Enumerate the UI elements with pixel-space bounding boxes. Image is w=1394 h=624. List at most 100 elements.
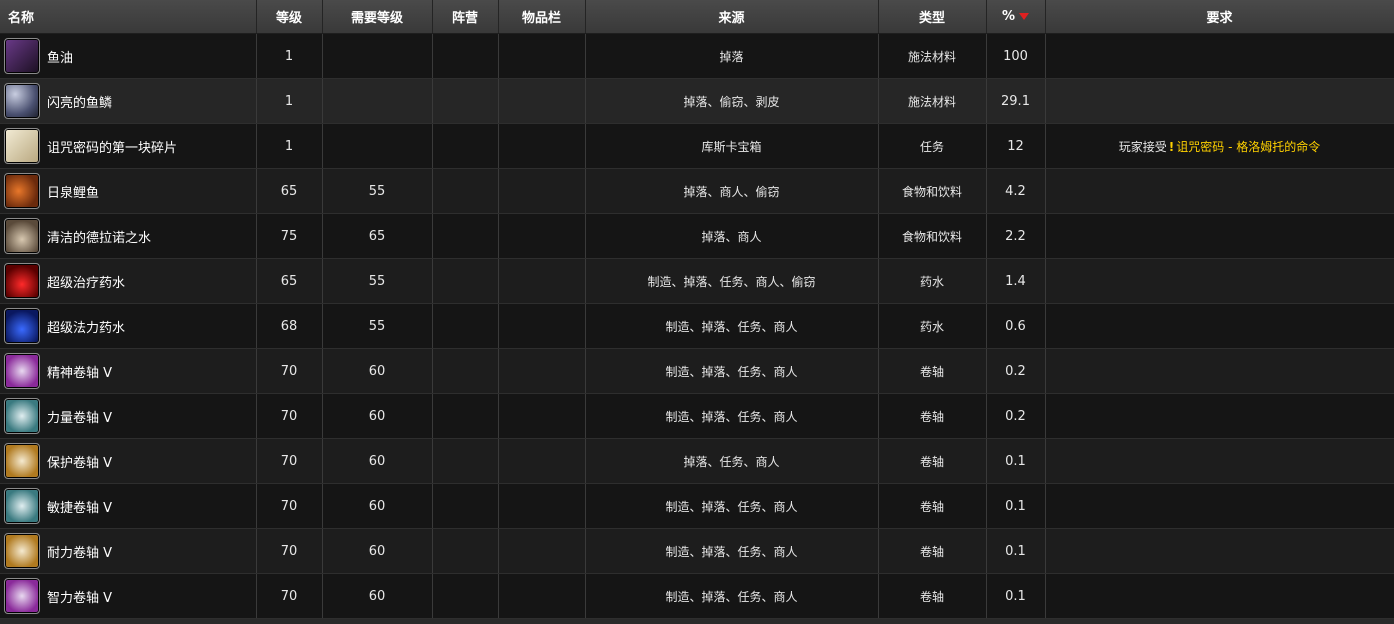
item-name-link[interactable]: 智力卷轴 V: [47, 587, 112, 606]
table-row[interactable]: 超级治疗药水 65 55 制造、掉落、任务、商人、偷窃 药水 1.4: [0, 258, 1394, 304]
cell-faction: [432, 573, 499, 619]
cell-source: 掉落、任务、商人: [585, 438, 879, 484]
cell-level: 65: [256, 168, 323, 214]
cell-percent: 0.1: [986, 528, 1046, 574]
item-name-link[interactable]: 敏捷卷轴 V: [47, 497, 112, 516]
cell-requirements: [1045, 303, 1394, 349]
header-source[interactable]: 来源: [585, 0, 879, 34]
purple-scroll-icon[interactable]: [4, 353, 40, 389]
cell-name: 日泉鲤鱼: [0, 168, 257, 214]
cell-source: 制造、掉落、任务、商人: [585, 528, 879, 574]
cell-requirements: [1045, 528, 1394, 574]
cell-percent: 1.4: [986, 258, 1046, 304]
item-name-link[interactable]: 鱼油: [47, 47, 73, 66]
cell-type: 施法材料: [878, 33, 987, 79]
header-name[interactable]: 名称: [0, 0, 257, 34]
item-name-link[interactable]: 力量卷轴 V: [47, 407, 112, 426]
header-level[interactable]: 等级: [256, 0, 323, 34]
item-name-link[interactable]: 超级治疗药水: [47, 272, 125, 291]
cell-level: 70: [256, 573, 323, 619]
cell-faction: [432, 348, 499, 394]
cell-type: 卷轴: [878, 483, 987, 529]
header-requirements[interactable]: 要求: [1045, 0, 1394, 34]
cell-name: 力量卷轴 V: [0, 393, 257, 439]
item-name-link[interactable]: 耐力卷轴 V: [47, 542, 112, 561]
cell-name: 清洁的德拉诺之水: [0, 213, 257, 259]
item-name-link[interactable]: 清洁的德拉诺之水: [47, 227, 151, 246]
quest-link[interactable]: 诅咒密码 - 格洛姆托的命令: [1176, 140, 1320, 154]
water-flask-icon[interactable]: [4, 218, 40, 254]
sort-desc-arrow-icon: [1019, 13, 1030, 20]
cell-requirements: [1045, 213, 1394, 259]
cell-source: 制造、掉落、任务、商人: [585, 483, 879, 529]
header-type[interactable]: 类型: [878, 0, 987, 34]
item-name-link[interactable]: 日泉鲤鱼: [47, 182, 99, 201]
cell-faction: [432, 213, 499, 259]
item-name-wrap: 清洁的德拉诺之水: [4, 218, 255, 254]
cell-level: 1: [256, 78, 323, 124]
cell-source: 掉落、商人: [585, 213, 879, 259]
cell-slot: [498, 483, 586, 529]
cell-type: 卷轴: [878, 438, 987, 484]
sunspring-carp-icon[interactable]: [4, 173, 40, 209]
table-row[interactable]: 日泉鲤鱼 65 55 掉落、商人、偷窃 食物和饮料 4.2: [0, 168, 1394, 214]
gold-scroll-icon[interactable]: [4, 443, 40, 479]
table-row[interactable]: 精神卷轴 V 70 60 制造、掉落、任务、商人 卷轴 0.2: [0, 348, 1394, 394]
cell-slot: [498, 33, 586, 79]
header-percent[interactable]: %: [986, 0, 1046, 34]
cell-percent: 0.6: [986, 303, 1046, 349]
cell-level: 70: [256, 528, 323, 574]
item-name-link[interactable]: 精神卷轴 V: [47, 362, 112, 381]
table-row[interactable]: 鱼油 1 掉落 施法材料 100: [0, 33, 1394, 79]
table-row[interactable]: 清洁的德拉诺之水 75 65 掉落、商人 食物和饮料 2.2: [0, 213, 1394, 259]
fish-oil-vial-icon[interactable]: [4, 38, 40, 74]
item-name-link[interactable]: 保护卷轴 V: [47, 452, 112, 471]
fish-scales-icon[interactable]: [4, 83, 40, 119]
cell-slot: [498, 393, 586, 439]
cell-type: 食物和饮料: [878, 213, 987, 259]
cell-name: 鱼油: [0, 33, 257, 79]
table-row[interactable]: 智力卷轴 V 70 60 制造、掉落、任务、商人 卷轴 0.1: [0, 573, 1394, 619]
item-name-link[interactable]: 超级法力药水: [47, 317, 125, 336]
cell-requirements: [1045, 258, 1394, 304]
table-row[interactable]: 保护卷轴 V 70 60 掉落、任务、商人 卷轴 0.1: [0, 438, 1394, 484]
header-req-level[interactable]: 需要等级: [322, 0, 433, 34]
table-body: 鱼油 1 掉落 施法材料 100 闪亮的鱼鳞 1 掉落、偷窃、剥皮 施法材料 2…: [0, 33, 1394, 619]
cell-slot: [498, 303, 586, 349]
cell-source: 制造、掉落、任务、商人: [585, 303, 879, 349]
blue-potion-icon[interactable]: [4, 308, 40, 344]
table-row[interactable]: 超级法力药水 68 55 制造、掉落、任务、商人 药水 0.6: [0, 303, 1394, 349]
cell-requirements: [1045, 78, 1394, 124]
parchment-fragment-icon[interactable]: [4, 128, 40, 164]
purple-scroll-icon[interactable]: [4, 578, 40, 614]
cell-percent: 0.1: [986, 438, 1046, 484]
teal-scroll-icon[interactable]: [4, 488, 40, 524]
table-row[interactable]: 力量卷轴 V 70 60 制造、掉落、任务、商人 卷轴 0.2: [0, 393, 1394, 439]
cell-level: 70: [256, 483, 323, 529]
requirement-prefix: 玩家接受: [1118, 139, 1167, 154]
item-name-wrap: 智力卷轴 V: [4, 578, 255, 614]
table-row[interactable]: 闪亮的鱼鳞 1 掉落、偷窃、剥皮 施法材料 29.1: [0, 78, 1394, 124]
cell-requirements: [1045, 573, 1394, 619]
header-slot[interactable]: 物品栏: [498, 0, 586, 34]
cell-type: 卷轴: [878, 573, 987, 619]
cell-name: 精神卷轴 V: [0, 348, 257, 394]
table-row[interactable]: 敏捷卷轴 V 70 60 制造、掉落、任务、商人 卷轴 0.1: [0, 483, 1394, 529]
teal-scroll-icon[interactable]: [4, 398, 40, 434]
cell-slot: [498, 78, 586, 124]
cell-percent: 12: [986, 123, 1046, 169]
header-faction[interactable]: 阵营: [432, 0, 499, 34]
item-name-link[interactable]: 诅咒密码的第一块碎片: [47, 137, 177, 156]
cell-level: 75: [256, 213, 323, 259]
cell-source: 制造、掉落、任务、商人: [585, 573, 879, 619]
table-row[interactable]: 耐力卷轴 V 70 60 制造、掉落、任务、商人 卷轴 0.1: [0, 528, 1394, 574]
cell-req-level: 55: [322, 258, 433, 304]
table-footer-bar: [0, 619, 1394, 624]
red-potion-icon[interactable]: [4, 263, 40, 299]
item-name-link[interactable]: 闪亮的鱼鳞: [47, 92, 112, 111]
table-row[interactable]: 诅咒密码的第一块碎片 1 库斯卡宝箱 任务 12 玩家接受! 诅咒密码 - 格洛姆…: [0, 123, 1394, 169]
cell-slot: [498, 573, 586, 619]
gold-scroll-icon[interactable]: [4, 533, 40, 569]
cell-slot: [498, 528, 586, 574]
cell-slot: [498, 258, 586, 304]
